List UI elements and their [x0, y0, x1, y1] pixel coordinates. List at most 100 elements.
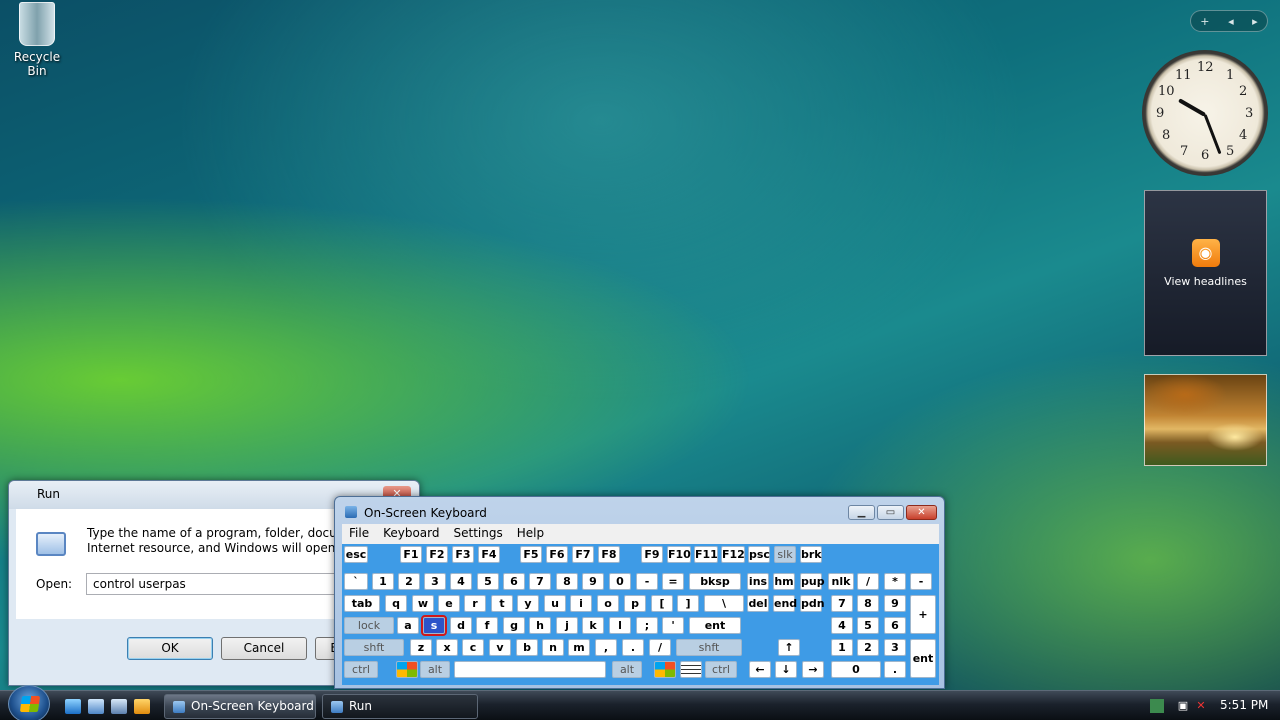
- space-key[interactable]: [454, 661, 606, 678]
- key-9[interactable]: 9: [884, 595, 906, 612]
- key-r[interactable]: r: [464, 595, 486, 612]
- key-0[interactable]: 0: [609, 573, 631, 590]
- key-symbol[interactable]: ]: [677, 595, 699, 612]
- key-f5[interactable]: F5: [520, 546, 542, 563]
- menu-file[interactable]: File: [342, 524, 376, 544]
- key-w[interactable]: w: [412, 595, 434, 612]
- key-5[interactable]: 5: [477, 573, 499, 590]
- key-symbol[interactable]: -: [636, 573, 658, 590]
- key-l[interactable]: l: [609, 617, 631, 634]
- network-icon[interactable]: ▣: [1176, 699, 1190, 713]
- menu-key-icon[interactable]: [680, 661, 702, 678]
- key-bksp[interactable]: bksp: [689, 573, 741, 590]
- key-symbol[interactable]: `: [344, 573, 368, 590]
- key-v[interactable]: v: [489, 639, 511, 656]
- key-7[interactable]: 7: [529, 573, 551, 590]
- key-psc[interactable]: psc: [748, 546, 770, 563]
- key-f1[interactable]: F1: [400, 546, 422, 563]
- key-c[interactable]: c: [462, 639, 484, 656]
- volume-muted-icon[interactable]: ✕: [1194, 699, 1208, 713]
- key-3[interactable]: 3: [884, 639, 906, 656]
- key-0[interactable]: 0: [831, 661, 881, 678]
- key-b[interactable]: b: [516, 639, 538, 656]
- menu-settings[interactable]: Settings: [447, 524, 510, 544]
- key-brk[interactable]: brk: [800, 546, 822, 563]
- key-slk[interactable]: slk: [774, 546, 796, 563]
- key-f4[interactable]: F4: [478, 546, 500, 563]
- prev-gadget-icon[interactable]: ◂: [1228, 15, 1234, 28]
- key-del[interactable]: del: [747, 595, 769, 612]
- key-nlk[interactable]: nlk: [828, 573, 854, 590]
- key-symbol[interactable]: *: [884, 573, 906, 590]
- slideshow-gadget[interactable]: [1144, 374, 1267, 466]
- key-shft[interactable]: shft: [676, 639, 742, 656]
- key-7[interactable]: 7: [831, 595, 853, 612]
- key-p[interactable]: p: [624, 595, 646, 612]
- key-x[interactable]: x: [436, 639, 458, 656]
- key-symbol[interactable]: .: [884, 661, 906, 678]
- key-ent[interactable]: ent: [910, 639, 936, 678]
- key-s[interactable]: s: [421, 615, 447, 636]
- key-symbol[interactable]: /: [857, 573, 879, 590]
- key-3[interactable]: 3: [424, 573, 446, 590]
- key-symbol[interactable]: ↑: [778, 639, 800, 656]
- key-alt[interactable]: alt: [612, 661, 642, 678]
- key-f2[interactable]: F2: [426, 546, 448, 563]
- key-esc[interactable]: esc: [344, 546, 368, 563]
- key-6[interactable]: 6: [503, 573, 525, 590]
- key-f6[interactable]: F6: [546, 546, 568, 563]
- key-8[interactable]: 8: [857, 595, 879, 612]
- start-button[interactable]: [8, 685, 50, 720]
- key-1[interactable]: 1: [831, 639, 853, 656]
- key-symbol[interactable]: \: [704, 595, 744, 612]
- key-f7[interactable]: F7: [572, 546, 594, 563]
- key-e[interactable]: e: [438, 595, 460, 612]
- key-g[interactable]: g: [503, 617, 525, 634]
- key-4[interactable]: 4: [450, 573, 472, 590]
- next-gadget-icon[interactable]: ▸: [1252, 15, 1258, 28]
- key-symbol[interactable]: ←: [749, 661, 771, 678]
- key-f12[interactable]: F12: [721, 546, 745, 563]
- key-u[interactable]: u: [544, 595, 566, 612]
- add-gadget-icon[interactable]: +: [1200, 15, 1209, 28]
- key-alt[interactable]: alt: [420, 661, 450, 678]
- key-end[interactable]: end: [773, 595, 797, 612]
- taskbar-item-run[interactable]: Run: [322, 694, 478, 719]
- key-f[interactable]: f: [476, 617, 498, 634]
- key-i[interactable]: i: [570, 595, 592, 612]
- key-symbol[interactable]: ↓: [775, 661, 797, 678]
- key-symbol[interactable]: /: [649, 639, 671, 656]
- key-ctrl[interactable]: ctrl: [344, 661, 378, 678]
- ok-button[interactable]: OK: [127, 637, 213, 660]
- key-symbol[interactable]: +: [910, 595, 936, 634]
- feed-headlines-gadget[interactable]: ◉ View headlines: [1144, 190, 1267, 356]
- key-pdn[interactable]: pdn: [800, 595, 825, 612]
- key-symbol[interactable]: →: [802, 661, 824, 678]
- key-m[interactable]: m: [568, 639, 590, 656]
- key-5[interactable]: 5: [857, 617, 879, 634]
- sidebar-icon[interactable]: [1150, 699, 1164, 713]
- key-8[interactable]: 8: [556, 573, 578, 590]
- key-1[interactable]: 1: [372, 573, 394, 590]
- key-z[interactable]: z: [410, 639, 432, 656]
- clock-gadget[interactable]: 12 1 2 3 4 5 6 7 8 9 10 11: [1142, 50, 1268, 176]
- key-9[interactable]: 9: [582, 573, 604, 590]
- key-4[interactable]: 4: [831, 617, 853, 634]
- key-f9[interactable]: F9: [641, 546, 663, 563]
- key-6[interactable]: 6: [884, 617, 906, 634]
- key-symbol[interactable]: -: [910, 573, 932, 590]
- taskbar-item-on-screen-keyboard[interactable]: On-Screen Keyboard: [164, 694, 316, 719]
- key-hm[interactable]: hm: [773, 573, 795, 590]
- close-button[interactable]: ✕: [906, 505, 937, 520]
- key-f3[interactable]: F3: [452, 546, 474, 563]
- menu-help[interactable]: Help: [510, 524, 551, 544]
- key-a[interactable]: a: [397, 617, 419, 634]
- key-j[interactable]: j: [556, 617, 578, 634]
- key-t[interactable]: t: [491, 595, 513, 612]
- show-desktop-icon[interactable]: [88, 699, 104, 714]
- key-symbol[interactable]: .: [622, 639, 644, 656]
- tray-clock[interactable]: 5:51 PM: [1220, 698, 1268, 712]
- key-h[interactable]: h: [529, 617, 551, 634]
- key-tab[interactable]: tab: [344, 595, 380, 612]
- menu-keyboard[interactable]: Keyboard: [376, 524, 446, 544]
